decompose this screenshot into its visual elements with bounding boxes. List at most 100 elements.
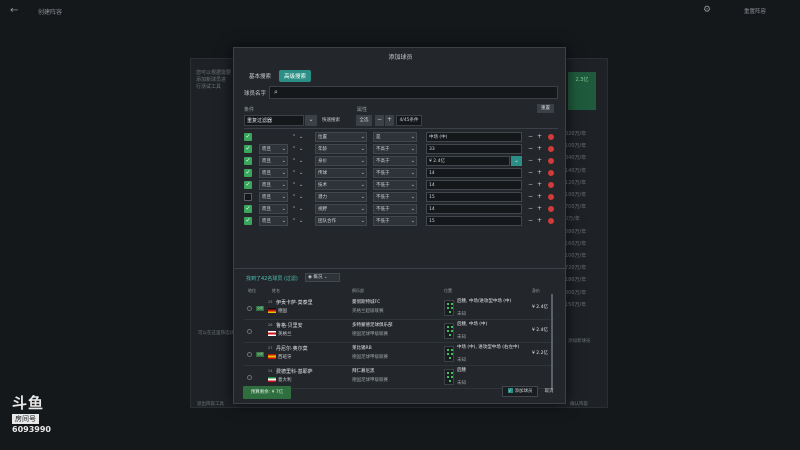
condition-value-input[interactable]: 14	[426, 180, 522, 190]
move-down-icon[interactable]: ⌄	[299, 216, 303, 226]
move-up-icon[interactable]: ⌃	[292, 144, 296, 154]
player-name-input[interactable]: ⌕	[269, 86, 558, 99]
delete-condition-icon[interactable]	[548, 194, 554, 200]
minus-icon[interactable]: −	[528, 156, 533, 166]
condition-value-input[interactable]: ¥ 2.4亿	[426, 156, 510, 166]
plus-icon[interactable]: +	[537, 132, 542, 142]
logic-select[interactable]: 而且 ⌄	[259, 144, 288, 154]
header-status[interactable]: 地位	[248, 288, 256, 294]
attribute-select[interactable]: 视野 ⌄	[315, 204, 367, 214]
move-up-icon[interactable]: ⌃	[292, 204, 296, 214]
logic-select[interactable]: 而且 ⌄	[259, 204, 288, 214]
delete-condition-icon[interactable]	[548, 170, 554, 176]
back-arrow-icon[interactable]: ←	[10, 5, 18, 16]
move-up-icon[interactable]: ⌃	[292, 168, 296, 178]
logic-select[interactable]: 而且 ⌄	[259, 180, 288, 190]
logic-select[interactable]: 而且 ⌄	[259, 168, 288, 178]
logic-select[interactable]: 而且 ⌄	[259, 156, 288, 166]
player-club[interactable]: 多特蒙德足球俱乐部	[352, 322, 393, 328]
condition-checkbox[interactable]: ✓	[244, 133, 252, 141]
condition-value-input[interactable]: 15	[426, 216, 522, 226]
attribute-select[interactable]: 潜力 ⌄	[315, 192, 367, 202]
minus-icon[interactable]: −	[528, 180, 533, 190]
list-item[interactable]: 26 鲁格·贝里安 英格兰 多特蒙德足球俱乐部 德国足球甲级联赛 后腰, 中场 (中) 未知…	[244, 321, 554, 343]
view-select[interactable]: ◉ 概况 ⌄	[305, 273, 340, 282]
move-down-icon[interactable]: ⌄	[299, 192, 303, 202]
player-name[interactable]: 费德里科·基耶萨	[276, 368, 313, 375]
list-scrollbar[interactable]	[551, 294, 553, 389]
add-player-button[interactable]: ✓ 添加球员	[502, 386, 538, 397]
condition-value-input[interactable]: 中场 (中)	[426, 132, 522, 142]
delete-condition-icon[interactable]	[548, 146, 554, 152]
condition-checkbox[interactable]: ✓	[244, 205, 252, 213]
reset-button[interactable]: 重置	[537, 104, 554, 113]
delete-condition-icon[interactable]	[548, 134, 554, 140]
player-club[interactable]: 曼彻斯特城FC	[352, 299, 380, 305]
move-up-icon[interactable]: ⌃	[292, 192, 296, 202]
select-radio[interactable]	[247, 375, 252, 380]
condition-checkbox[interactable]: ✓	[244, 181, 252, 189]
plus-icon[interactable]: +	[537, 204, 542, 214]
attribute-select[interactable]: 传球 ⌄	[315, 168, 367, 178]
match-all-button[interactable]: 全选	[356, 115, 372, 126]
delete-condition-icon[interactable]	[548, 218, 554, 224]
results-count-link[interactable]: 找到了42名球员 (过滤)	[246, 275, 298, 282]
condition-value-input[interactable]: 14	[426, 168, 522, 178]
attribute-select[interactable]: 年龄 ⌄	[315, 144, 367, 154]
operator-select[interactable]: 不低于 ⌄	[373, 180, 417, 190]
operator-select[interactable]: 不低于 ⌄	[373, 192, 417, 202]
condition-checkbox[interactable]: ✓	[244, 145, 252, 153]
logic-select[interactable]	[259, 132, 288, 142]
minus-icon[interactable]: −	[528, 204, 533, 214]
player-name[interactable]: 伊贡卡萨·莫泰里	[276, 299, 313, 306]
condition-value-input[interactable]: 33	[426, 144, 522, 154]
condition-checkbox[interactable]: ✓	[244, 169, 252, 177]
move-down-icon[interactable]: ⌄	[299, 204, 303, 214]
operator-select[interactable]: 是 ⌄	[373, 132, 417, 142]
condition-checkbox[interactable]: ✓	[244, 157, 252, 165]
select-radio[interactable]	[247, 352, 252, 357]
condition-checkbox[interactable]	[244, 193, 252, 201]
header-club[interactable]: 俱乐部	[352, 288, 364, 294]
filter-name-input[interactable]: 重复过滤器	[244, 115, 304, 126]
list-item[interactable]: 交易 27 丹尼尔·奥尔莫 西班牙 莱比锡RB 德国足球甲级联赛 中场 (中), 进攻型中场…	[244, 344, 554, 366]
filter-dropdown-button[interactable]: ⌄	[305, 115, 317, 126]
delete-condition-icon[interactable]	[548, 182, 554, 188]
cancel-button[interactable]: 取消	[540, 386, 558, 397]
minus-icon[interactable]: −	[528, 216, 533, 226]
operator-select[interactable]: 不低于 ⌄	[373, 204, 417, 214]
operator-select[interactable]: 不高于 ⌄	[373, 156, 417, 166]
minus-icon[interactable]: −	[528, 168, 533, 178]
condition-checkbox[interactable]: ✓	[244, 217, 252, 225]
quick-search-button[interactable]: 快速搜索	[322, 117, 340, 123]
count-minus-button[interactable]: −	[375, 115, 384, 126]
reset-squad-link[interactable]: 重置阵容	[744, 7, 766, 15]
header-name[interactable]: 姓名	[272, 288, 280, 294]
attribute-select[interactable]: 技术 ⌄	[315, 180, 367, 190]
plus-icon[interactable]: +	[537, 180, 542, 190]
header-value[interactable]: 身价	[532, 288, 540, 294]
minus-icon[interactable]: −	[528, 192, 533, 202]
move-down-icon[interactable]: ⌄	[299, 132, 303, 142]
select-radio[interactable]	[247, 329, 252, 334]
minus-icon[interactable]: −	[528, 132, 533, 142]
move-up-icon[interactable]: ⌃	[292, 216, 296, 226]
operator-select[interactable]: 不低于 ⌄	[373, 168, 417, 178]
player-club[interactable]: 莱比锡RB	[352, 345, 372, 351]
player-name[interactable]: 鲁格·贝里安	[276, 322, 303, 329]
condition-value-input[interactable]: 15	[426, 192, 522, 202]
plus-icon[interactable]: +	[537, 168, 542, 178]
move-down-icon[interactable]: ⌄	[299, 180, 303, 190]
delete-condition-icon[interactable]	[548, 158, 554, 164]
gear-icon[interactable]: ⚙	[703, 5, 711, 15]
tab-advanced-search[interactable]: 高级搜索	[279, 70, 312, 82]
attribute-select[interactable]: 身价 ⌄	[315, 156, 367, 166]
count-plus-button[interactable]: +	[385, 115, 394, 126]
condition-value-input[interactable]: 14	[426, 204, 522, 214]
exit-tool-link[interactable]: 退出阵容工具	[197, 401, 224, 407]
attribute-select[interactable]: 团队合作 ⌄	[315, 216, 367, 226]
select-radio[interactable]	[247, 306, 252, 311]
plus-icon[interactable]: +	[537, 216, 542, 226]
plus-icon[interactable]: +	[537, 156, 542, 166]
move-up-icon[interactable]: ⌃	[292, 180, 296, 190]
